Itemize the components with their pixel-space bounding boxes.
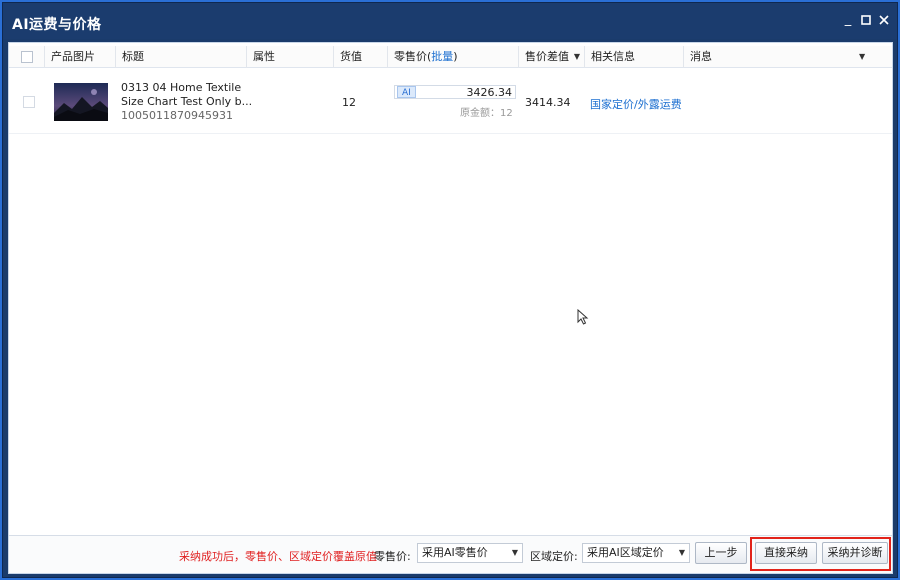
- header-select-all-cell: [9, 46, 45, 68]
- close-icon[interactable]: [877, 12, 891, 28]
- column-header-related-info[interactable]: 相关信息: [585, 46, 684, 68]
- adopt-button[interactable]: 直接采纳: [755, 542, 817, 564]
- chevron-down-icon: ▼: [511, 548, 518, 557]
- sort-down-icon[interactable]: ▼: [574, 46, 580, 68]
- retail-price-input[interactable]: AI 3426.34: [394, 85, 516, 99]
- column-header-retail-price[interactable]: 零售价(批量): [388, 46, 519, 68]
- product-id: 1005011870945931: [121, 109, 233, 122]
- dialog-content: 产品图片 标题 属性 货值 零售价(批量) 售价差值 ▼ 相关信息 消息 ▼ 0…: [8, 42, 893, 574]
- column-header-stock[interactable]: 货值: [334, 46, 388, 68]
- column-header-title[interactable]: 标题: [116, 46, 247, 68]
- region-price-select[interactable]: 采用AI区域定价 ▼: [582, 543, 690, 563]
- ai-badge: AI: [397, 86, 416, 98]
- product-title-line1: 0313 04 Home Textile: [121, 81, 242, 94]
- price-diff-label: 售价差值: [525, 50, 569, 63]
- adopt-and-diagnose-button[interactable]: 采纳并诊断: [822, 542, 888, 564]
- retail-price-label: 零售价(: [394, 50, 432, 63]
- original-amount: 原金额：12: [460, 108, 513, 119]
- adopt-notice: 采纳成功后，零售价、区域定价覆盖原值: [179, 550, 377, 563]
- dialog-footer: 采纳成功后，零售价、区域定价覆盖原值 零售价: 采用AI零售价 ▼ 区域定价: …: [9, 535, 892, 573]
- minimize-icon[interactable]: _: [841, 12, 855, 28]
- retail-price-value: 3426.34: [466, 86, 513, 99]
- bulk-link[interactable]: 批量: [431, 50, 453, 63]
- table-header: 产品图片 标题 属性 货值 零售价(批量) 售价差值 ▼ 相关信息 消息 ▼: [9, 46, 892, 68]
- table-row[interactable]: 0313 04 Home Textile Size Chart Test Onl…: [9, 69, 892, 134]
- retail-price-select[interactable]: 采用AI零售价 ▼: [417, 543, 523, 563]
- column-header-image[interactable]: 产品图片: [45, 46, 116, 68]
- mouse-pointer-icon: [577, 309, 589, 325]
- retail-price-select-value: 采用AI零售价: [422, 546, 488, 559]
- retail-price-label-close: ): [453, 50, 458, 63]
- price-diff-value: 3414.34: [525, 96, 571, 109]
- chevron-down-icon: ▼: [678, 548, 685, 557]
- region-price-label: 区域定价:: [530, 550, 578, 563]
- row-checkbox[interactable]: [23, 96, 35, 108]
- window-title: AI运费与价格: [12, 17, 102, 33]
- column-header-messages[interactable]: 消息: [684, 46, 869, 68]
- prev-step-button[interactable]: 上一步: [695, 542, 747, 564]
- maximize-icon[interactable]: [859, 12, 873, 28]
- column-header-attributes[interactable]: 属性: [247, 46, 334, 68]
- title-bar[interactable]: AI运费与价格 _: [3, 3, 897, 39]
- related-info-link[interactable]: 国家定价/外露运费: [590, 96, 682, 112]
- stock-value: 12: [342, 96, 356, 109]
- product-thumbnail: [54, 83, 108, 121]
- window-controls: _: [841, 12, 891, 28]
- product-title-line2: Size Chart Test Only b...: [121, 95, 253, 108]
- product-title: 0313 04 Home Textile Size Chart Test Onl…: [121, 81, 256, 123]
- column-header-price-diff[interactable]: 售价差值 ▼: [519, 46, 585, 68]
- select-all-checkbox[interactable]: [21, 51, 33, 63]
- column-menu-dropdown-icon[interactable]: ▼: [859, 52, 865, 61]
- dialog-window: AI运费与价格 _ 产品图片 标题 属性 货值 零售价(批量) 售价差值 ▼ 相…: [2, 2, 898, 578]
- retail-price-label: 零售价:: [374, 550, 411, 563]
- region-price-select-value: 采用AI区域定价: [587, 546, 664, 559]
